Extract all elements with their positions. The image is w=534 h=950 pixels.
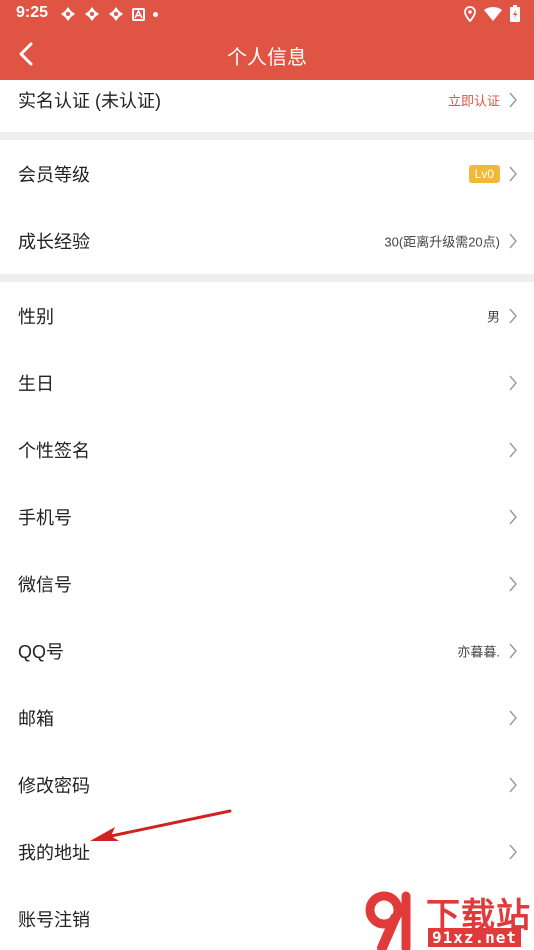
- level-badge: Lv0: [468, 164, 500, 183]
- signature-label: 个性签名: [18, 440, 90, 461]
- chevron-right-icon: [508, 91, 518, 109]
- chevron-right-icon: [508, 575, 518, 593]
- nav-bar: 个人信息: [0, 28, 534, 80]
- cancel-account-label: 账号注销: [18, 909, 90, 930]
- chevron-right-icon: [508, 776, 518, 794]
- app-notification-icon: [84, 6, 100, 22]
- qq-row[interactable]: QQ号 亦暮暮.: [0, 617, 534, 684]
- my-address-row[interactable]: 我的地址: [0, 818, 534, 885]
- more-notifications-dot-icon: [153, 11, 158, 17]
- chevron-right-icon: [508, 709, 518, 727]
- realname-label: 实名认证 (未认证): [18, 91, 161, 111]
- qq-value: 亦暮暮.: [457, 644, 500, 659]
- birthday-row[interactable]: 生日: [0, 349, 534, 416]
- my-address-label: 我的地址: [18, 842, 90, 863]
- page-title: 个人信息: [227, 47, 307, 69]
- app-notification-icon: [108, 6, 124, 22]
- chevron-right-icon: [508, 374, 518, 392]
- chevron-right-icon: [508, 441, 518, 459]
- notification-icons: [60, 6, 158, 22]
- wechat-label: 微信号: [18, 574, 72, 595]
- app-header: 9:25 个人信息: [0, 0, 534, 80]
- watermark-site: 91xz.net: [428, 928, 522, 947]
- wifi-icon: [484, 6, 502, 26]
- phone-row[interactable]: 手机号: [0, 483, 534, 550]
- realname-row[interactable]: 实名认证 (未认证) 立即认证: [0, 80, 534, 120]
- membership-section: 会员等级 Lv0 成长经验 30(距离升级需20点): [0, 140, 534, 274]
- watermark-logo-icon: [365, 891, 411, 950]
- chevron-right-icon: [508, 843, 518, 861]
- member-level-label: 会员等级: [18, 164, 90, 185]
- status-bar: 9:25: [0, 0, 534, 28]
- chevron-right-icon: [508, 232, 518, 250]
- chevron-right-icon: [508, 165, 518, 183]
- chevron-right-icon: [508, 642, 518, 660]
- wechat-row[interactable]: 微信号: [0, 550, 534, 617]
- change-password-row[interactable]: 修改密码: [0, 751, 534, 818]
- chevron-right-icon: [508, 508, 518, 526]
- growth-exp-value: 30(距离升级需20点): [384, 234, 500, 249]
- annotation-arrow-icon: [90, 809, 232, 841]
- profile-section: 性别 男 生日 个性签名 手机号 微信号 QQ号 亦暮暮. 邮箱 修改密码 我的…: [0, 282, 534, 950]
- email-row[interactable]: 邮箱: [0, 684, 534, 751]
- phone-label: 手机号: [18, 507, 72, 528]
- signature-row[interactable]: 个性签名: [0, 416, 534, 483]
- battery-icon: [510, 5, 520, 27]
- site-watermark: 下载站 91xz.net: [360, 888, 534, 950]
- growth-exp-label: 成长经验: [18, 231, 90, 252]
- growth-exp-row[interactable]: 成长经验 30(距离升级需20点): [0, 207, 534, 274]
- change-password-label: 修改密码: [18, 775, 90, 796]
- verify-now-link[interactable]: 立即认证: [448, 91, 500, 110]
- gender-value: 男: [486, 309, 500, 324]
- location-icon: [464, 5, 476, 27]
- verification-section: 实名认证 (未认证) 立即认证: [0, 80, 534, 132]
- member-level-row[interactable]: 会员等级 Lv0: [0, 140, 534, 207]
- app-notification-icon: [60, 6, 76, 22]
- system-icons: [464, 5, 520, 27]
- email-label: 邮箱: [18, 708, 54, 729]
- gender-label: 性别: [18, 306, 54, 327]
- gender-row[interactable]: 性别 男: [0, 282, 534, 349]
- a-letter-icon: [132, 7, 145, 21]
- status-time: 9:25: [16, 4, 49, 21]
- qq-label: QQ号: [18, 641, 65, 662]
- birthday-label: 生日: [18, 373, 54, 394]
- chevron-right-icon: [508, 307, 518, 325]
